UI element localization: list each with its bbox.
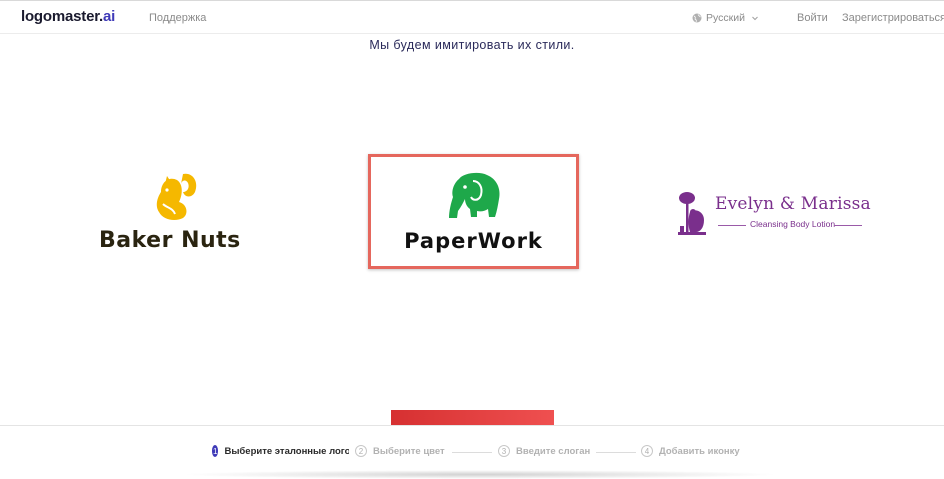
continue-button[interactable] <box>391 410 554 425</box>
login-link[interactable]: Войти <box>797 12 828 24</box>
squirrel-icon <box>156 173 197 220</box>
register-link[interactable]: Зарегистрироваться <box>842 12 944 24</box>
tagline-divider-left <box>718 225 746 226</box>
language-label: Русский <box>706 12 745 24</box>
step-2[interactable]: 2 Выберите цвет <box>355 445 445 457</box>
intro-text: Мы будем имитировать их стили. <box>369 38 575 52</box>
step-label: Введите слоган <box>516 445 591 457</box>
step-1[interactable]: 1 Выберите эталонные логотипы <box>212 445 349 457</box>
language-selector[interactable]: Русский <box>692 12 759 24</box>
step-label: Добавить иконку <box>659 445 740 457</box>
step-4[interactable]: 4 Добавить иконку <box>641 445 740 457</box>
step-number: 1 <box>212 445 219 457</box>
bear-tree-icon <box>678 192 706 235</box>
logo-name-baker-nuts: Baker Nuts <box>99 228 241 253</box>
page: logomaster.ai Поддержка Русский Войти За… <box>0 0 944 479</box>
brand-logo-main: logomaster. <box>21 8 103 25</box>
globe-icon <box>692 13 702 23</box>
step-label: Выберите цвет <box>373 445 445 457</box>
step-connector <box>452 452 492 453</box>
logo-name-paperwork: PaperWork <box>404 229 543 253</box>
logo-name-evelyn-marissa: Evelyn & Marissa <box>715 194 871 214</box>
stepper-shadow <box>180 470 780 479</box>
chevron-down-icon <box>752 16 758 21</box>
top-nav: logomaster.ai Поддержка Русский Войти За… <box>0 0 944 34</box>
brand-logo-accent: ai <box>103 8 116 25</box>
step-label: Выберите эталонные логотипы <box>224 445 349 457</box>
step-3[interactable]: 3 Введите слоган <box>498 445 590 457</box>
tagline-divider-right <box>834 225 862 226</box>
brand-logo[interactable]: logomaster.ai <box>21 8 115 25</box>
logo-option-baker-nuts[interactable]: Baker Nuts <box>95 162 257 262</box>
step-connector <box>596 452 636 453</box>
logo-tagline: Cleansing Body Lotion <box>750 219 836 229</box>
elephant-icon <box>449 172 500 218</box>
support-link[interactable]: Поддержка <box>149 12 206 24</box>
logo-option-evelyn-marissa[interactable]: Evelyn & Marissa Cleansing Body Lotion <box>668 180 873 245</box>
step-number: 3 <box>498 445 510 457</box>
step-number: 4 <box>641 445 653 457</box>
logo-option-paperwork[interactable]: PaperWork <box>368 154 579 269</box>
step-number: 2 <box>355 445 367 457</box>
